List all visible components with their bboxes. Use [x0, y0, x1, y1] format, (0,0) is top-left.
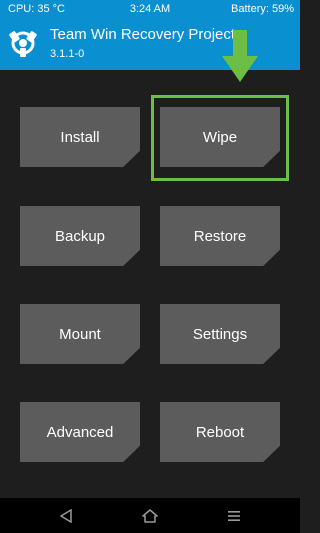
battery-level: Battery: 59%	[231, 3, 294, 15]
home-icon	[142, 509, 158, 523]
mount-button[interactable]: Mount	[20, 304, 140, 364]
wipe-button[interactable]: Wipe	[160, 107, 280, 167]
main-menu: Install Wipe Backup Restore Mount Settin…	[0, 70, 300, 498]
settings-button[interactable]: Settings	[160, 304, 280, 364]
backup-button[interactable]: Backup	[20, 206, 140, 266]
twrp-logo-icon	[9, 31, 37, 57]
back-button[interactable]	[54, 504, 78, 528]
reboot-button[interactable]: Reboot	[160, 402, 280, 462]
restore-button[interactable]: Restore	[160, 206, 280, 266]
install-button[interactable]: Install	[20, 107, 140, 167]
navigation-bar	[0, 498, 300, 533]
back-triangle-icon	[59, 509, 72, 523]
app-title: Team Win Recovery Project	[50, 26, 236, 43]
status-bar: CPU: 35 °C 3:24 AM Battery: 59%	[0, 0, 300, 18]
app-header: CPU: 35 °C 3:24 AM Battery: 59% Team Win…	[0, 0, 300, 70]
menu-button[interactable]	[222, 504, 246, 528]
app-version: 3.1.1-0	[50, 48, 85, 60]
menu-icon	[228, 511, 240, 521]
home-button[interactable]	[138, 504, 162, 528]
advanced-button[interactable]: Advanced	[20, 402, 140, 462]
